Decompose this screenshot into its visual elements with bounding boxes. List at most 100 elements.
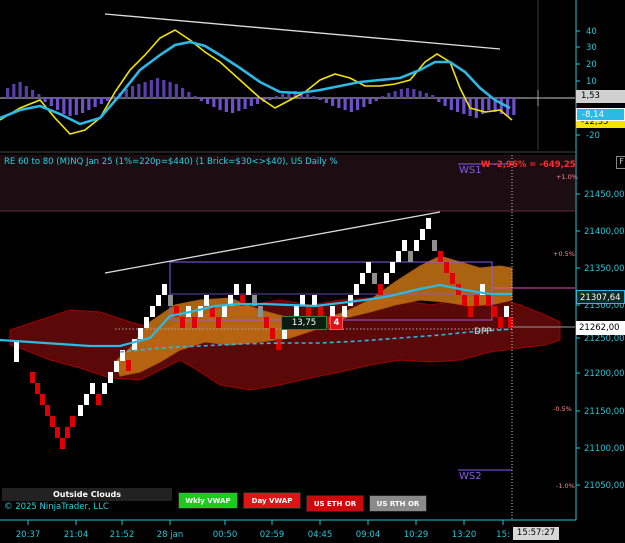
renko-brick [270,328,275,339]
clock-readout: 15:57:27 [513,527,559,540]
renko-brick [486,295,491,306]
renko-brick [414,240,419,251]
renko-brick [96,394,101,405]
osc-tick-label: 40 [586,27,597,37]
ws1-label: WS1 [459,165,482,176]
renko-brick [432,240,437,251]
renko-brick [258,306,263,317]
renko-brick [78,405,83,416]
price-axis[interactable]: 21450,0021400,0021350,0021300,0021250,00… [576,190,625,491]
price-tick-label: 21450,00 [584,190,625,200]
renko-brick [216,317,221,328]
osc-badge-value1: 1,53 [576,90,625,103]
wkly-vwap-button[interactable]: Wkly VWAP [178,492,238,509]
time-tick-label: 21:52 [110,530,135,540]
renko-brick [102,383,107,394]
us-eth-or-button[interactable]: US ETH OR [306,495,364,512]
renko-brick [55,427,60,438]
renko-brick [70,416,75,427]
renko-brick [492,306,497,317]
price-tick-label: 21250,00 [584,334,625,344]
position-marker[interactable]: 13,75 4 [281,316,343,330]
last-price-badge: 21307,64 [576,290,625,304]
price-tick-label: 21200,00 [584,369,625,379]
price-tick-label: 21400,00 [584,227,625,237]
renko-brick [126,360,131,371]
day-vwap-button[interactable]: Day VWAP [243,492,301,509]
renko-brick [192,317,197,328]
renko-brick [420,229,425,240]
renko-brick [14,351,19,362]
renko-brick [40,394,45,405]
time-tick-label: 09:04 [356,530,381,540]
oscillator-panel[interactable] [0,0,575,150]
osc-tick-label: 10 [586,77,597,87]
renko-brick [168,295,173,306]
time-tick-label: 21:04 [64,530,89,540]
pct-label-plus05: +0.5% [553,250,575,258]
renko-brick [276,339,281,350]
time-tick-label: 15: [496,530,510,540]
chart-window[interactable]: 403020100-10-20 21450,0021400,0021350,00… [0,0,625,543]
ws2-label: WS2 [459,471,482,482]
level-price-badge: 21262,00 [576,321,625,335]
osc-tick-label: 30 [586,43,597,53]
time-tick-label: 00:50 [213,530,238,540]
time-axis[interactable]: 20:37 21:04 21:52 28 jan 00:50 02:59 04:45 09:0… [16,520,510,540]
renko-brick [426,218,431,229]
renko-brick [204,295,209,306]
renko-brick [138,328,143,339]
renko-brick [30,372,35,383]
renko-brick [198,306,203,317]
renko-brick [444,262,449,273]
time-tick-label: 28 jan [157,530,183,540]
renko-brick [108,372,113,383]
price-tick-label: 21150,00 [584,407,625,417]
time-tick-label: 13:20 [452,530,477,540]
renko-brick [222,306,227,317]
renko-brick [246,284,251,295]
renko-brick [144,317,149,328]
position-price[interactable]: 13,75 [281,316,327,330]
renko-brick [84,394,89,405]
time-tick-label: 10:29 [404,530,429,540]
price-divergence-line[interactable] [104,211,441,274]
renko-brick [438,251,443,262]
chart-canvas[interactable]: 403020100-10-20 21450,0021400,0021350,00… [0,0,625,543]
chart-title: RE 60 to 80 (M)NQ Jan 25 (1%=220p=$440) … [4,157,338,167]
renko-brick [378,284,383,295]
renko-brick [90,383,95,394]
renko-brick [180,317,185,328]
pct-label-plus1: +1.0% [556,173,578,181]
renko-brick [162,284,167,295]
pct-label-minus1: -1.0% [556,482,575,490]
renko-brick [312,295,317,306]
osc-tick-label: -20 [586,131,600,141]
renko-brick [264,317,269,328]
renko-brick [50,416,55,427]
copyright-text: © 2025 NinjaTrader, LLC [4,502,109,512]
renko-brick [35,383,40,394]
renko-brick [408,251,413,262]
renko-brick [498,317,503,328]
osc-tick-label: 20 [586,60,597,70]
toolbar-f-icon[interactable]: F [616,156,625,169]
renko-brick [468,306,473,317]
renko-brick [60,438,65,449]
price-tick-label: 21350,00 [584,264,625,274]
us-rth-or-button[interactable]: US RTH OR [369,495,427,512]
time-tick-label: 20:37 [16,530,41,540]
position-qty[interactable]: 4 [330,316,343,330]
renko-brick [450,273,455,284]
price-panel[interactable] [0,155,575,520]
price-tick-label: 21050,00 [584,481,625,491]
cloud-red-band [9,295,561,391]
dpp-label: DPP [474,327,492,337]
renko-brick [360,273,365,284]
renko-brick [114,361,119,372]
renko-brick [354,284,359,295]
renko-brick [474,295,479,306]
outside-clouds-button[interactable]: Outside Clouds [2,488,172,501]
renko-brick [234,284,239,295]
renko-brick [384,273,389,284]
